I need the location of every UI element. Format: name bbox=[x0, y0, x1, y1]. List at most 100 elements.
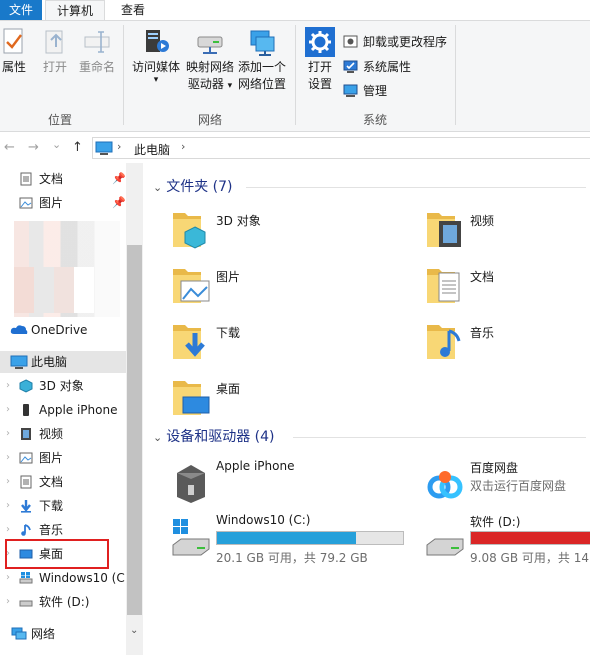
devices-section-header[interactable]: ⌄ 设备和驱动器 (4) bbox=[153, 427, 275, 447]
rename-icon bbox=[84, 31, 110, 53]
nav-item-pictures[interactable]: › 图片 bbox=[0, 447, 126, 469]
expand-chevron-icon[interactable]: › bbox=[6, 567, 10, 589]
breadcrumb-this-pc[interactable]: 此电脑 bbox=[134, 141, 170, 158]
address-bar[interactable]: › 此电脑 › bbox=[92, 137, 590, 159]
ribbon-tab-bar: 文件 计算机 查看 bbox=[0, 0, 590, 20]
open-button[interactable]: 打开 bbox=[38, 27, 72, 76]
nav-item-pictures-quick[interactable]: 图片 📌 bbox=[0, 192, 126, 214]
nav-item-music[interactable]: › 音乐 bbox=[0, 519, 126, 541]
pictures-folder-icon bbox=[173, 269, 210, 303]
nav-item-label: Apple iPhone bbox=[39, 403, 118, 417]
tab-file[interactable]: 文件 bbox=[0, 0, 42, 20]
network-location-icon bbox=[250, 30, 275, 56]
drive-windows10-c[interactable]: Windows10 (C:) 20.1 GB 可用，共 79.2 GB bbox=[171, 513, 421, 573]
nav-item-3d-objects[interactable]: › 3D 对象 bbox=[0, 375, 126, 397]
folder-pictures[interactable]: 图片 bbox=[171, 263, 371, 317]
section-divider bbox=[293, 437, 586, 438]
group-label-system: 系统 bbox=[362, 113, 387, 127]
forward-button[interactable]: → bbox=[28, 140, 39, 155]
3d-objects-icon bbox=[19, 379, 33, 393]
nav-item-onedrive[interactable]: OneDrive bbox=[0, 319, 126, 341]
nav-item-windows10-c[interactable]: › Windows10 (C: bbox=[0, 567, 126, 589]
uninstall-programs-button[interactable]: 卸载或更改程序 bbox=[343, 33, 447, 51]
folder-desktop[interactable]: 桌面 bbox=[171, 375, 371, 429]
drive-software-d[interactable]: 软件 (D:) 9.08 GB 可用，共 14... bbox=[425, 513, 590, 573]
device-baidu-netdisk[interactable]: 百度网盘 双击运行百度网盘 bbox=[425, 459, 590, 519]
nav-item-label: 网络 bbox=[31, 627, 56, 641]
nav-item-label: 文档 bbox=[39, 475, 64, 489]
open-label: 打开 bbox=[42, 60, 67, 74]
iphone-icon bbox=[23, 404, 29, 416]
map-drive-icon bbox=[197, 36, 223, 54]
collapse-chevron-icon[interactable]: ⌄ bbox=[153, 181, 162, 194]
open-settings-label-2: 设置 bbox=[307, 77, 332, 91]
system-properties-button[interactable]: 系统属性 bbox=[343, 58, 411, 76]
documents-folder-icon bbox=[427, 269, 460, 303]
expand-chevron-icon[interactable]: › bbox=[6, 495, 10, 517]
nav-item-downloads[interactable]: › 下载 bbox=[0, 495, 126, 517]
expand-chevron-icon[interactable]: › bbox=[6, 591, 10, 613]
properties-button[interactable]: 属性 bbox=[0, 27, 28, 76]
add-network-location-label-2: 网络位置 bbox=[237, 77, 286, 91]
nav-item-apple-iphone[interactable]: › Apple iPhone bbox=[0, 399, 126, 421]
folder-downloads[interactable]: 下载 bbox=[171, 319, 371, 373]
folder-3d-objects[interactable]: 3D 对象 bbox=[171, 207, 371, 261]
this-pc-icon bbox=[10, 355, 28, 369]
map-network-drive-label-2: 驱动器 ▾ bbox=[187, 77, 233, 91]
open-settings-button[interactable]: 打开 设置 bbox=[302, 27, 338, 93]
nav-item-label: 3D 对象 bbox=[39, 379, 84, 393]
nav-item-network[interactable]: 网络 bbox=[0, 623, 126, 645]
collapse-chevron-icon[interactable]: ⌄ bbox=[153, 431, 162, 444]
rename-button[interactable]: 重命名 bbox=[76, 27, 118, 76]
ribbon-separator bbox=[123, 25, 124, 125]
content-area: ⌄ 文件夹 (7) 3D 对象 视频 图片 文档 下载 音乐 桌面 ⌄ 设备和驱… bbox=[143, 163, 590, 655]
drive-usage-bar bbox=[470, 531, 590, 545]
folder-name: 音乐 bbox=[470, 326, 495, 340]
expand-chevron-icon[interactable]: › bbox=[6, 519, 10, 541]
nav-item-label: 软件 (D:) bbox=[39, 595, 90, 609]
drive-free-space: 20.1 GB 可用，共 79.2 GB bbox=[216, 551, 368, 565]
drive-free-space: 9.08 GB 可用，共 14... bbox=[470, 551, 590, 565]
expand-chevron-icon[interactable]: › bbox=[6, 447, 10, 469]
pin-icon[interactable]: 📌 bbox=[112, 192, 126, 214]
expand-chevron-icon[interactable]: › bbox=[6, 399, 10, 421]
uninstall-label: 卸载或更改程序 bbox=[363, 35, 448, 49]
tab-computer[interactable]: 计算机 bbox=[45, 0, 105, 20]
nav-item-this-pc[interactable]: 此电脑 bbox=[0, 351, 126, 373]
folder-documents[interactable]: 文档 bbox=[425, 263, 585, 317]
expand-chevron-icon[interactable]: › bbox=[6, 375, 10, 397]
device-apple-iphone[interactable]: Apple iPhone bbox=[171, 459, 411, 519]
settings-gear-icon bbox=[305, 27, 335, 57]
nav-item-videos[interactable]: › 视频 bbox=[0, 423, 126, 445]
scrollbar-thumb[interactable] bbox=[127, 245, 142, 615]
videos-icon bbox=[21, 428, 31, 440]
folder-videos[interactable]: 视频 bbox=[425, 207, 585, 261]
navigation-scrollbar[interactable]: ⌄ bbox=[126, 163, 143, 655]
up-button[interactable]: ↑ bbox=[72, 140, 83, 155]
map-network-drive-button[interactable]: 映射网络 驱动器 ▾ bbox=[184, 27, 236, 95]
open-settings-label-1: 打开 bbox=[307, 60, 332, 74]
nav-item-label: 下载 bbox=[39, 499, 64, 513]
nav-item-software-d[interactable]: › 软件 (D:) bbox=[0, 591, 126, 613]
breadcrumb-separator[interactable]: › bbox=[117, 140, 121, 153]
windows-drive-icon bbox=[172, 519, 210, 556]
expand-chevron-icon[interactable]: › bbox=[6, 471, 10, 493]
back-button[interactable]: ← bbox=[4, 140, 15, 155]
folders-section-header[interactable]: ⌄ 文件夹 (7) bbox=[153, 177, 233, 197]
drive-usage-bar bbox=[216, 531, 404, 545]
access-media-button[interactable]: 访问媒体 ▾ bbox=[130, 27, 182, 85]
media-server-icon bbox=[146, 30, 169, 52]
breadcrumb-separator[interactable]: › bbox=[181, 140, 185, 153]
hard-drive-icon bbox=[426, 538, 464, 556]
folder-music[interactable]: 音乐 bbox=[425, 319, 585, 373]
scroll-down-arrow-icon[interactable]: ⌄ bbox=[130, 625, 138, 636]
nav-item-documents[interactable]: › 文档 bbox=[0, 471, 126, 493]
add-network-location-button[interactable]: 添加一个 网络位置 bbox=[236, 27, 288, 93]
tab-view[interactable]: 查看 bbox=[110, 0, 156, 20]
pin-icon[interactable]: 📌 bbox=[112, 168, 126, 190]
manage-button[interactable]: 管理 bbox=[343, 82, 387, 100]
windows-drive-icon bbox=[19, 572, 33, 584]
nav-item-documents-quick[interactable]: 文档 📌 bbox=[0, 168, 126, 190]
recent-locations-button[interactable]: ⌄ bbox=[52, 138, 61, 151]
expand-chevron-icon[interactable]: › bbox=[6, 423, 10, 445]
